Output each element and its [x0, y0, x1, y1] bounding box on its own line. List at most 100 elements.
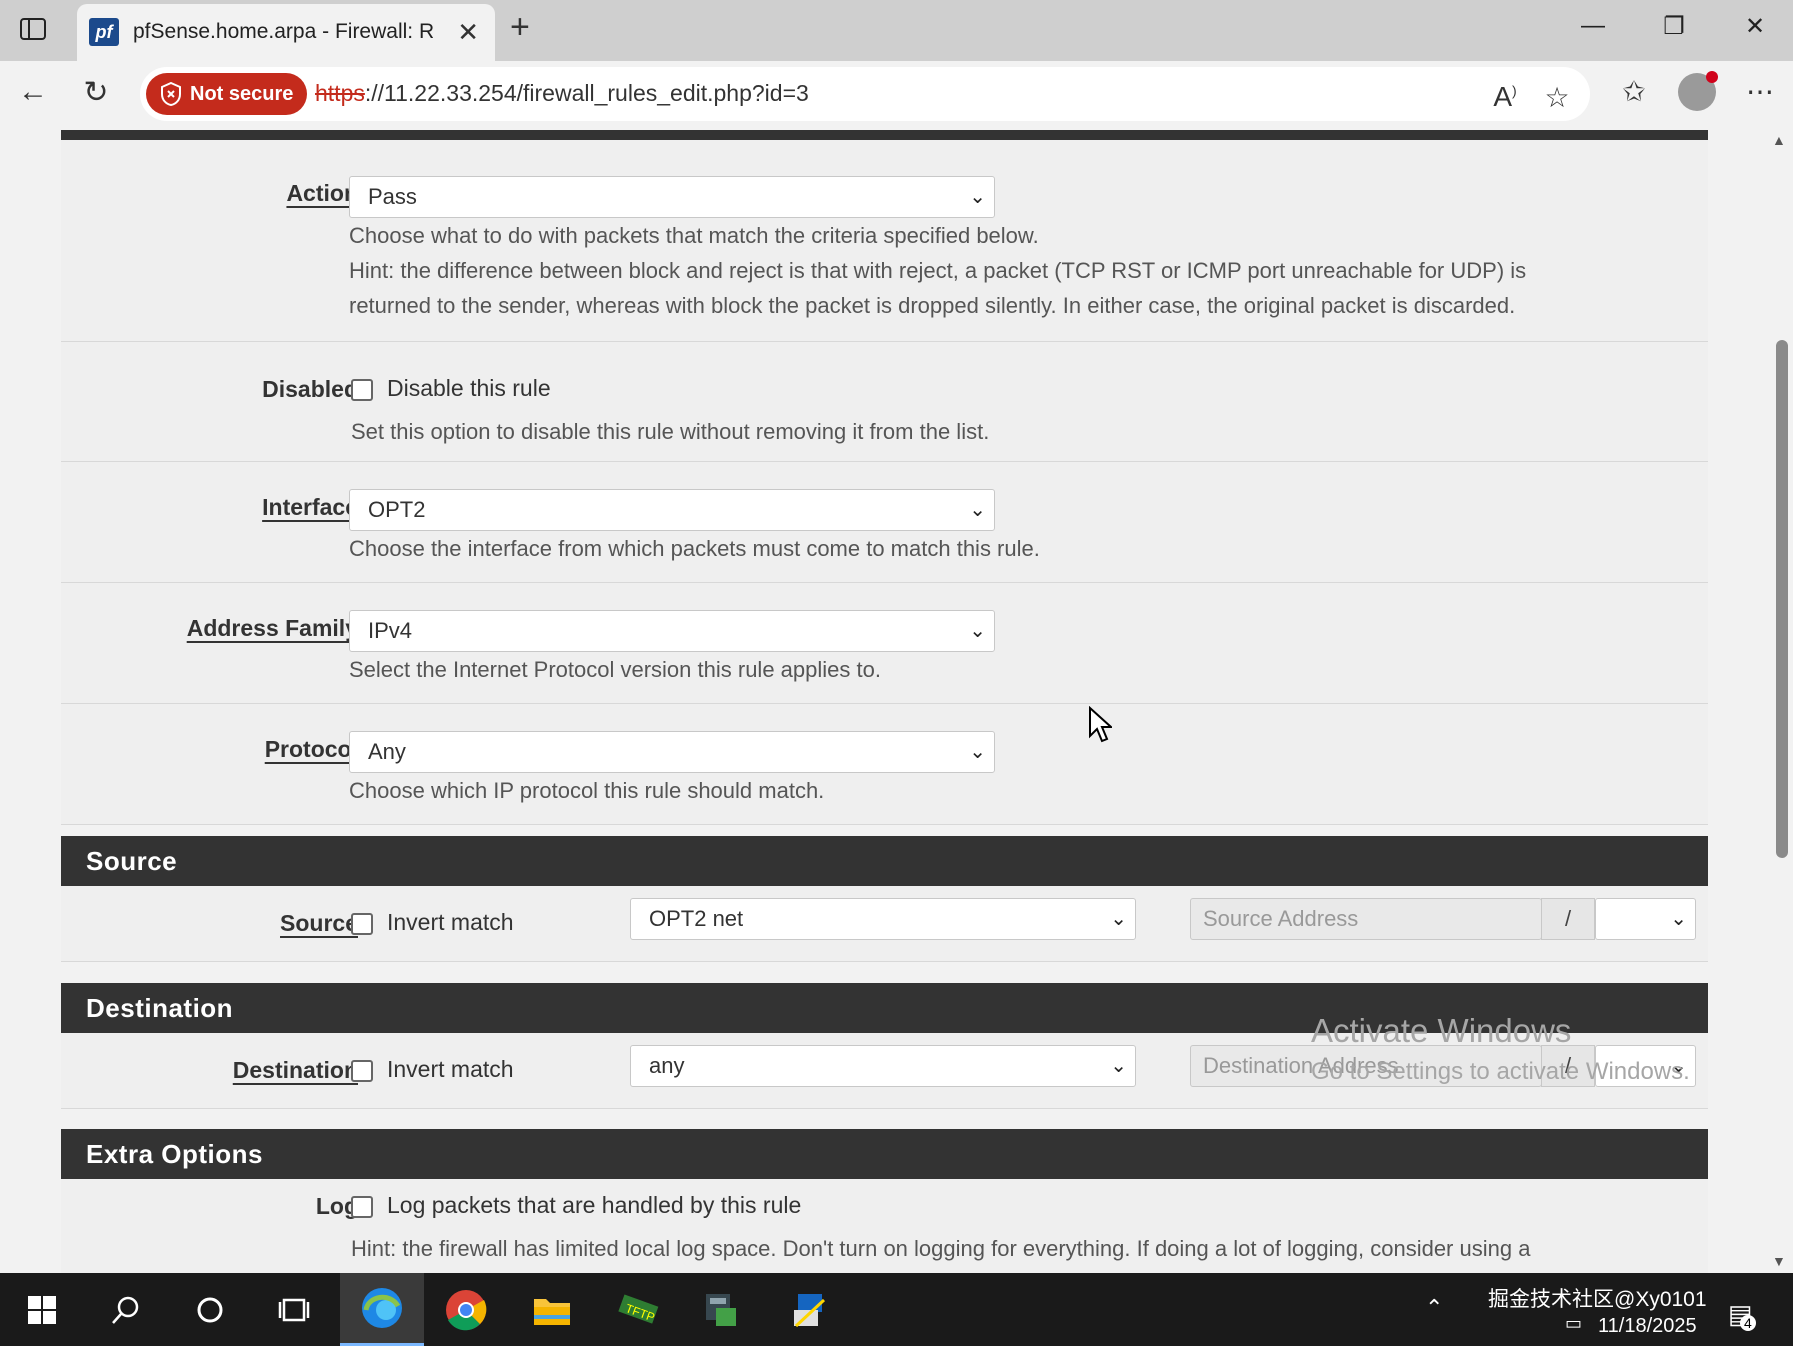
favorite-star-icon[interactable]: ☆: [1537, 81, 1577, 114]
log-hint: Hint: the firewall has limited local log…: [351, 1236, 1531, 1261]
task-view-icon[interactable]: [252, 1273, 336, 1346]
minimize-icon[interactable]: —: [1573, 12, 1613, 40]
remote-desktop-icon[interactable]: [768, 1273, 852, 1346]
protocol-help: Choose which IP protocol this rule shoul…: [349, 778, 825, 803]
address-family-select-value: IPv4: [368, 618, 413, 643]
destination-type-select[interactable]: any ⌄: [630, 1045, 1136, 1087]
destination-type-value: any: [649, 1053, 685, 1078]
protocol-select[interactable]: Any ⌄: [349, 731, 995, 773]
chevron-down-icon: ⌄: [1670, 908, 1687, 930]
tab-strip: pf pfSense.home.arpa - Firewall: Rul ✕ +…: [0, 0, 1793, 61]
file-explorer-icon[interactable]: [510, 1273, 594, 1346]
url-text[interactable]: https://11.22.33.254/firewall_rules_edit…: [315, 80, 809, 107]
source-slash: /: [1541, 898, 1595, 940]
not-secure-badge[interactable]: Not secure: [146, 73, 308, 115]
protocol-label: Protocol: [264, 736, 358, 762]
taskbar-date[interactable]: 11/18/2025: [1598, 1315, 1697, 1338]
destination-label: Destination: [232, 1057, 358, 1083]
address-family-row: Address Family IPv4 ⌄ Select the Interne…: [61, 583, 1708, 704]
favorites-list-icon[interactable]: ✩: [1614, 75, 1654, 108]
source-type-select[interactable]: OPT2 net ⌄: [630, 898, 1136, 940]
address-family-select[interactable]: IPv4 ⌄: [349, 610, 995, 652]
interface-help: Choose the interface from which packets …: [349, 536, 1040, 561]
window-close-icon[interactable]: ✕: [1735, 12, 1775, 41]
network-tool-icon[interactable]: [680, 1273, 764, 1346]
extra-options-section-header: Extra Options: [61, 1129, 1708, 1179]
chevron-down-icon: ⌄: [969, 741, 986, 763]
chevron-down-icon: ⌄: [969, 186, 986, 208]
more-menu-icon[interactable]: ⋯: [1740, 75, 1780, 108]
windows-taskbar: TFTP ⌃ 掘金技术社区@Xy0101 ▭ 11/18/2025 ▤ 4: [0, 1273, 1793, 1346]
edge-browser-icon[interactable]: [340, 1273, 424, 1346]
interface-select-value: OPT2: [368, 497, 426, 522]
disable-rule-checkbox-label: Disable this rule: [387, 375, 551, 401]
action-row: Action Pass ⌄ Choose what to do with pac…: [61, 140, 1708, 342]
notification-count-badge: 4: [1740, 1315, 1756, 1331]
read-aloud-icon[interactable]: A): [1485, 81, 1525, 113]
windows-start-icon[interactable]: [0, 1273, 84, 1346]
scroll-down-icon[interactable]: ▼: [1772, 1253, 1786, 1269]
source-invert-label: Invert match: [387, 909, 514, 935]
profile-avatar[interactable]: [1678, 71, 1718, 111]
scroll-up-icon[interactable]: ▲: [1772, 132, 1786, 148]
action-help-1: Choose what to do with packets that matc…: [349, 223, 1039, 248]
address-bar[interactable]: Not secure https://11.22.33.254/firewall…: [140, 67, 1590, 121]
source-row: Source Invert match OPT2 net ⌄ Source Ad…: [61, 886, 1708, 962]
not-secure-label: Not secure: [190, 83, 294, 105]
source-section-header: Source: [61, 836, 1708, 886]
url-path: ://11.22.33.254/firewall_rules_edit.php?…: [364, 80, 809, 106]
disable-rule-checkbox[interactable]: [351, 379, 373, 401]
tab-close-icon[interactable]: ✕: [457, 17, 479, 48]
action-select[interactable]: Pass ⌄: [349, 176, 995, 218]
reload-icon[interactable]: ↻: [76, 75, 116, 110]
destination-invert-label: Invert match: [387, 1056, 514, 1082]
shield-warning-icon: [161, 82, 181, 106]
network-icon[interactable]: ▭: [1565, 1313, 1582, 1334]
chrome-browser-icon[interactable]: [424, 1273, 508, 1346]
action-select-value: Pass: [368, 184, 417, 209]
protocol-select-value: Any: [368, 739, 406, 764]
source-mask-select[interactable]: ⌄: [1595, 898, 1696, 940]
tab-title: pfSense.home.arpa - Firewall: Rul: [133, 20, 433, 43]
address-family-help: Select the Internet Protocol version thi…: [349, 657, 881, 682]
activate-windows-subtitle: Go to Settings to activate Windows.: [1311, 1058, 1690, 1085]
tftp-app-icon[interactable]: TFTP: [596, 1273, 680, 1346]
source-invert-checkbox[interactable]: [351, 913, 373, 935]
log-row: Log Log packets that are handled by this…: [61, 1179, 1708, 1273]
interface-row: Interface OPT2 ⌄ Choose the interface fr…: [61, 462, 1708, 583]
action-help-3: returned to the sender, whereas with blo…: [349, 293, 1516, 318]
disabled-label: Disabled: [262, 376, 358, 402]
url-protocol: https: [315, 80, 365, 106]
action-help-2: Hint: the difference between block and r…: [349, 258, 1527, 283]
action-label: Action: [286, 180, 358, 206]
tray-watermark-text: 掘金技术社区@Xy0101: [1488, 1288, 1707, 1311]
cortana-icon[interactable]: [168, 1273, 252, 1346]
address-toolbar: ← ↻ Not secure https://11.22.33.254/fire…: [0, 61, 1793, 130]
show-hidden-icons-icon[interactable]: ⌃: [1425, 1295, 1443, 1321]
pfsense-favicon-icon: pf: [89, 18, 119, 46]
disabled-help: Set this option to disable this rule wit…: [351, 419, 990, 444]
address-family-label: Address Family: [186, 615, 358, 641]
source-address-input[interactable]: Source Address: [1190, 898, 1542, 940]
log-checkbox-label: Log packets that are handled by this rul…: [387, 1192, 802, 1218]
new-tab-icon[interactable]: +: [510, 8, 530, 47]
destination-invert-checkbox[interactable]: [351, 1060, 373, 1082]
tab-actions-icon[interactable]: [14, 12, 52, 46]
interface-label: Interface: [262, 494, 358, 520]
scrollbar-thumb[interactable]: [1776, 340, 1788, 858]
log-checkbox[interactable]: [351, 1196, 373, 1218]
source-type-value: OPT2 net: [649, 906, 744, 931]
restore-icon[interactable]: ❐: [1654, 12, 1694, 41]
chevron-down-icon: ⌄: [969, 620, 986, 642]
activate-windows-title: Activate Windows: [1311, 1012, 1572, 1049]
browser-tab-active[interactable]: pf pfSense.home.arpa - Firewall: Rul ✕: [77, 4, 495, 61]
browser-window: pf pfSense.home.arpa - Firewall: Rul ✕ +…: [0, 0, 1793, 1346]
interface-select[interactable]: OPT2 ⌄: [349, 489, 995, 531]
vertical-scrollbar[interactable]: ▲ ▼: [1770, 130, 1793, 1273]
source-label: Source: [280, 910, 358, 936]
chevron-down-icon: ⌄: [1110, 1055, 1127, 1077]
chevron-down-icon: ⌄: [969, 499, 986, 521]
search-icon[interactable]: [84, 1273, 168, 1346]
page-content: Action Pass ⌄ Choose what to do with pac…: [0, 130, 1770, 1273]
back-icon[interactable]: ←: [13, 75, 53, 109]
